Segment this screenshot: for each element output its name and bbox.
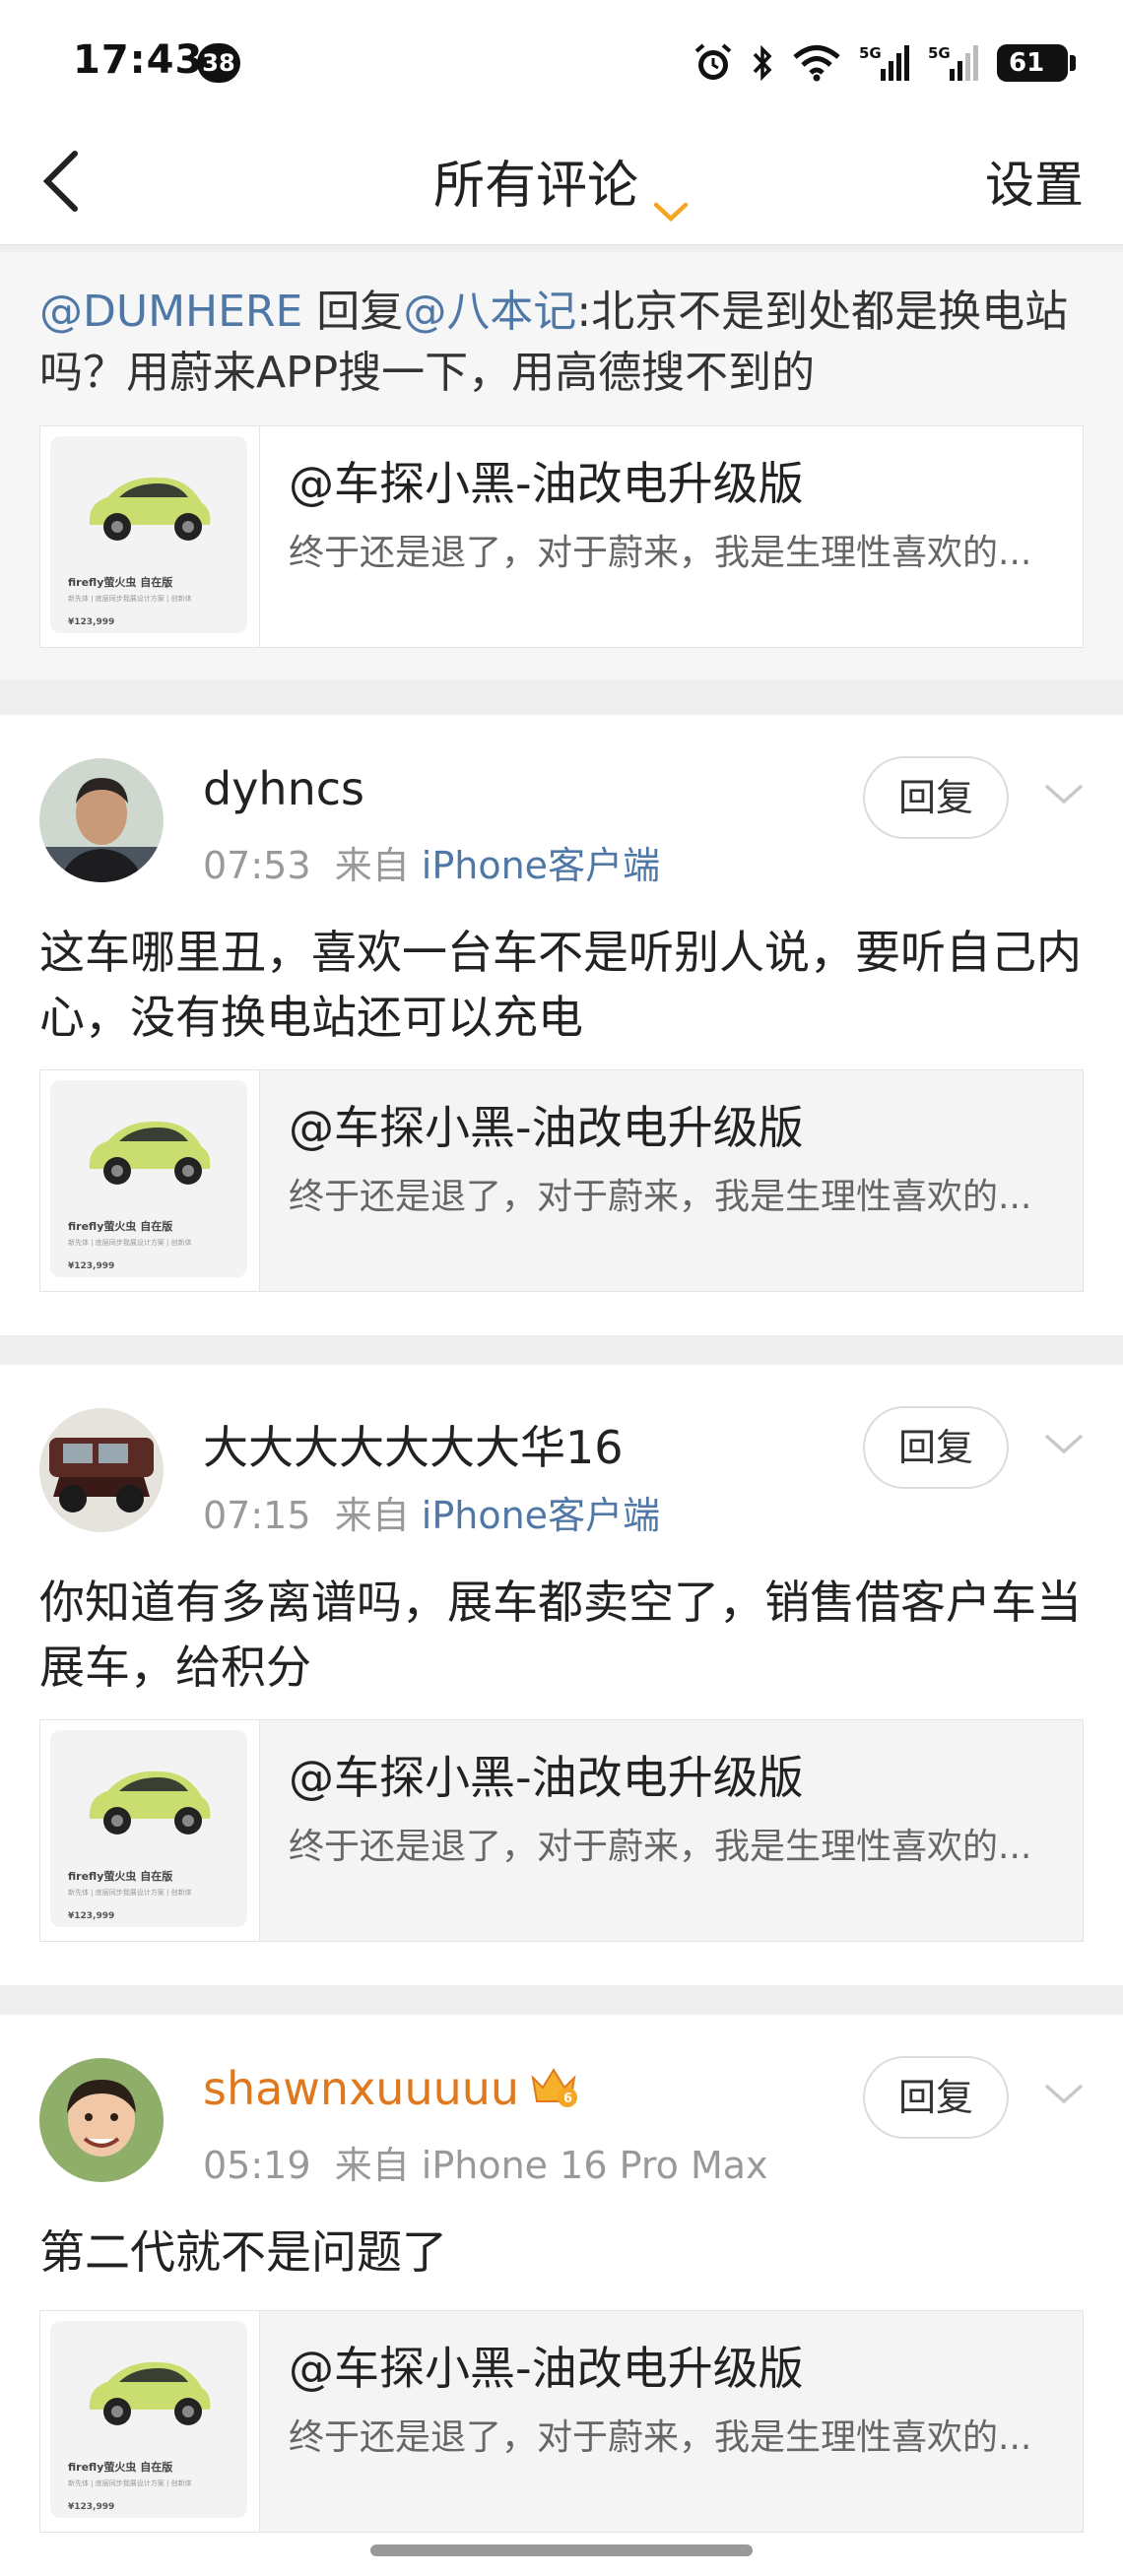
chevron-down-icon xyxy=(1044,1434,1084,1454)
mention-target[interactable]: @八本记 xyxy=(403,287,576,337)
thumb-subtitle: 新先体 | 底层同步我展设计方案 | 创新体 xyxy=(68,1239,192,1247)
username-row: shawnxuuuuu 6 xyxy=(203,2062,578,2120)
notification-badge: 38 xyxy=(197,43,240,83)
comment-meta: 07:15 来自 iPhone客户端 xyxy=(203,1485,660,1539)
reply-button[interactable]: 回复 xyxy=(863,1406,1009,1489)
avatar[interactable] xyxy=(39,758,164,882)
post-excerpt: 终于还是退了，对于蔚来，我是生理性喜欢的... xyxy=(289,1827,1032,1867)
post-card[interactable]: firefly萤火虫 自在版 新先体 | 底层同步我展设计方案 | 创新体 ¥1… xyxy=(39,425,1084,648)
post-card[interactable]: firefly萤火虫 自在版 新先体 | 底层同步我展设计方案 | 创新体 ¥1… xyxy=(39,2310,1084,2533)
source-prefix: 来自 xyxy=(334,2144,410,2187)
comment-item: shawnxuuuuu 6 05:19 来自 iPhone 16 Pro Max … xyxy=(0,2015,1123,2576)
post-thumbnail: firefly萤火虫 自在版 新先体 | 底层同步我展设计方案 | 创新体 ¥1… xyxy=(40,1070,260,1291)
comment-text: 你知道有多离谱吗，展车都卖空了，销售借客户车当展车，给积分 xyxy=(39,1576,1082,1694)
comment-item: dyhncs 07:53 来自 iPhone客户端 回复 这车哪里丑，喜欢一台车… xyxy=(0,715,1123,1335)
post-author: @车探小黑-油改电升级版 xyxy=(289,2342,804,2395)
mention-user[interactable]: @DUMHERE xyxy=(39,287,302,337)
comment-item: 大大大大大大大华16 07:15 来自 iPhone客户端 回复 你知道有多离谱… xyxy=(0,1365,1123,1985)
comment-text: 第二代就不是问题了 xyxy=(39,2225,447,2279)
post-thumbnail: firefly萤火虫 自在版 新先体 | 底层同步我展设计方案 | 创新体 ¥1… xyxy=(40,2311,260,2532)
comment-time: 07:15 xyxy=(203,1494,311,1537)
post-excerpt: 终于还是退了，对于蔚来，我是生理性喜欢的... xyxy=(289,1177,1032,1217)
status-time: 17:43 xyxy=(73,37,204,83)
username[interactable]: 大大大大大大大华16 xyxy=(203,1412,624,1477)
status-icons: 5G 5G 61 xyxy=(694,39,1076,87)
thumb-subtitle: 新先体 | 底层同步我展设计方案 | 创新体 xyxy=(68,595,192,603)
reply-button[interactable]: 回复 xyxy=(863,2056,1009,2139)
battery-icon: 61 xyxy=(997,44,1076,82)
reply-context: @DUMHERE 回复@八本记:北京不是到处都是换电站吗？用蔚来APP搜一下，用… xyxy=(0,252,1123,679)
username[interactable]: shawnxuuuuu xyxy=(203,2062,519,2115)
car-image xyxy=(89,477,211,541)
thumb-title: firefly萤火虫 自在版 xyxy=(68,1220,173,1233)
comment-meta: 05:19 来自 iPhone 16 Pro Max xyxy=(203,2135,768,2189)
thumb-subtitle: 新先体 | 底层同步我展设计方案 | 创新体 xyxy=(68,2479,192,2487)
post-excerpt: 终于还是退了，对于蔚来，我是生理性喜欢的... xyxy=(289,2417,1032,2458)
thumb-title: firefly萤火虫 自在版 xyxy=(68,576,173,589)
comment-source: iPhone 16 Pro Max xyxy=(421,2144,768,2187)
home-indicator[interactable] xyxy=(370,2544,753,2556)
bluetooth-icon xyxy=(751,43,774,83)
post-card[interactable]: firefly萤火虫 自在版 新先体 | 底层同步我展设计方案 | 创新体 ¥1… xyxy=(39,1719,1084,1942)
svg-text:6: 6 xyxy=(563,2092,572,2106)
comment-time: 05:19 xyxy=(203,2144,311,2187)
source-prefix: 来自 xyxy=(334,844,410,887)
more-options-button[interactable] xyxy=(1042,1430,1086,1459)
post-author: @车探小黑-油改电升级版 xyxy=(289,457,804,510)
thumb-price: ¥123,999 xyxy=(68,2502,115,2512)
comment-meta: 07:53 来自 iPhone客户端 xyxy=(203,835,660,889)
thumb-subtitle: 新先体 | 底层同步我展设计方案 | 创新体 xyxy=(68,1889,192,1897)
car-image xyxy=(89,2361,211,2425)
nav-bar: 所有评论 设置 xyxy=(0,126,1123,245)
username[interactable]: dyhncs xyxy=(203,762,364,815)
comment-filter-dropdown[interactable]: 所有评论 xyxy=(0,144,1123,223)
alarm-icon xyxy=(694,42,733,84)
vip-crown-icon: 6 xyxy=(529,2064,578,2120)
comment-text: 这车哪里丑，喜欢一台车不是听别人说，要听自己内心，没有换电站还可以充电 xyxy=(39,926,1082,1044)
thumb-price: ¥123,999 xyxy=(68,617,115,627)
comment-source[interactable]: iPhone客户端 xyxy=(422,844,660,887)
post-thumbnail: firefly萤火虫 自在版 新先体 | 底层同步我展设计方案 | 创新体 ¥1… xyxy=(40,426,260,647)
avatar[interactable] xyxy=(39,1408,164,1532)
more-options-button[interactable] xyxy=(1042,2080,1086,2109)
post-excerpt: 终于还是退了，对于蔚来，我是生理性喜欢的... xyxy=(289,533,1032,573)
avatar[interactable] xyxy=(39,2058,164,2182)
thumb-price: ¥123,999 xyxy=(68,1261,115,1271)
status-bar: 17:43 38 5G 5G 61 xyxy=(0,0,1123,126)
thumb-title: firefly萤火虫 自在版 xyxy=(68,2461,173,2474)
car-image xyxy=(89,1121,211,1185)
signal-5g-icon-2: 5G xyxy=(928,43,979,83)
wifi-icon xyxy=(792,44,841,82)
svg-text:5G: 5G xyxy=(928,44,951,62)
source-prefix: 来自 xyxy=(334,1494,410,1537)
more-options-button[interactable] xyxy=(1042,780,1086,809)
chevron-down-icon xyxy=(1044,2084,1084,2104)
reply-button[interactable]: 回复 xyxy=(863,756,1009,839)
signal-5g-icon: 5G xyxy=(859,43,910,83)
reply-text: @DUMHERE 回复@八本记:北京不是到处都是换电站吗？用蔚来APP搜一下，用… xyxy=(39,282,1093,404)
page-title: 所有评论 xyxy=(432,157,638,216)
post-author: @车探小黑-油改电升级版 xyxy=(289,1751,804,1804)
thumb-title: firefly萤火虫 自在版 xyxy=(68,1870,173,1883)
chevron-down-icon xyxy=(1044,784,1084,805)
comment-time: 07:53 xyxy=(203,844,311,887)
post-author: @车探小黑-油改电升级版 xyxy=(289,1101,804,1154)
svg-text:5G: 5G xyxy=(859,44,882,62)
post-card[interactable]: firefly萤火虫 自在版 新先体 | 底层同步我展设计方案 | 创新体 ¥1… xyxy=(39,1069,1084,1292)
post-thumbnail: firefly萤火虫 自在版 新先体 | 底层同步我展设计方案 | 创新体 ¥1… xyxy=(40,1720,260,1941)
reply-verb: 回复 xyxy=(302,287,404,337)
settings-button[interactable]: 设置 xyxy=(985,146,1084,217)
thumb-price: ¥123,999 xyxy=(68,1911,115,1921)
chevron-down-icon xyxy=(652,177,690,223)
car-image xyxy=(89,1771,211,1835)
comment-source[interactable]: iPhone客户端 xyxy=(422,1494,660,1537)
